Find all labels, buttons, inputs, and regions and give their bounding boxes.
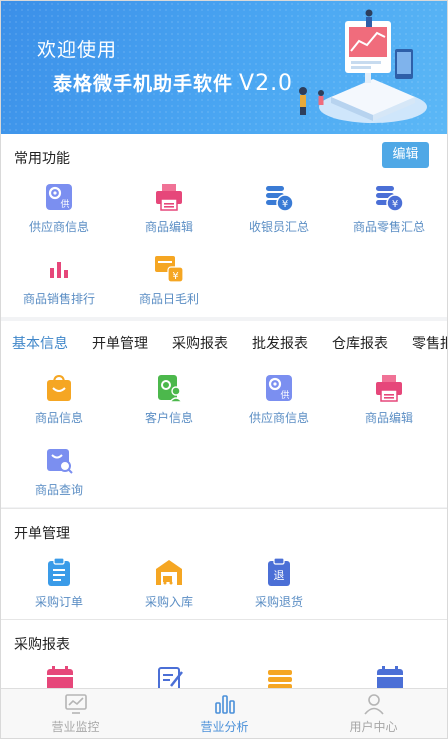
order-purchase-inbound[interactable]: 采购入库 — [115, 557, 223, 610]
shortcut-label: 供应商信息 — [28, 220, 89, 234]
search-bag-icon — [47, 449, 73, 474]
tab-purchase-report[interactable]: 采购报表 — [172, 333, 228, 353]
stack-icon[interactable] — [265, 666, 295, 688]
banner-illustration — [299, 9, 427, 123]
user-icon — [363, 694, 384, 715]
tab-basic-info[interactable]: 基本信息 — [12, 333, 68, 353]
item-label: 供应商信息 — [248, 411, 309, 425]
item-label: 采购入库 — [144, 595, 193, 609]
svg-text:供: 供 — [280, 389, 289, 401]
basic-info-panel: 商品信息 客户信息 供 供应商信息 商品编辑 商品查询 — [1, 363, 447, 507]
calendar-icon[interactable] — [375, 666, 405, 688]
nav-user-center[interactable]: 用户中心 — [299, 693, 448, 735]
svg-text:退: 退 — [274, 569, 285, 582]
warehouse-icon — [156, 560, 182, 585]
tab-warehouse-report[interactable]: 仓库报表 — [332, 333, 388, 353]
edit-note-icon[interactable] — [155, 666, 185, 688]
coin-stack-icon: ¥ — [376, 186, 404, 212]
order-purchase-order[interactable]: 采购订单 — [5, 557, 113, 610]
nav-label: 营业分析 — [200, 720, 249, 734]
order-purchase-return[interactable]: 退 采购退货 — [225, 557, 333, 610]
printer-icon — [156, 184, 182, 211]
common-functions-section: 常用功能 编辑 供 供应商信息 商品编辑 ¥ 收银员汇总 ¥ 商品零售汇总 商品… — [1, 134, 447, 317]
nav-business-analysis[interactable]: 营业分析 — [150, 693, 299, 735]
edit-button[interactable]: 编辑 — [382, 142, 429, 168]
monitor-icon — [64, 694, 87, 714]
bottom-navigation: 营业监控 营业分析 用户中心 — [1, 688, 447, 738]
item-label: 商品查询 — [34, 483, 83, 497]
tab-order-management[interactable]: 开单管理 — [92, 333, 148, 353]
shortcut-retail-summary[interactable]: ¥ 商品零售汇总 — [335, 182, 443, 235]
banner-welcome-text: 欢迎使用 — [37, 39, 118, 61]
svg-text:¥: ¥ — [172, 271, 178, 282]
welcome-banner: 欢迎使用 泰格微手机助手软件 V2.0 — [1, 1, 447, 134]
shortcut-label: 收银员汇总 — [248, 220, 309, 234]
customer-icon — [158, 375, 184, 403]
item-label: 商品信息 — [34, 411, 83, 425]
clipboard-icon — [48, 557, 70, 586]
tab-wholesale-report[interactable]: 批发报表 — [252, 333, 308, 353]
coin-stack-icon: ¥ — [266, 186, 294, 212]
shortcut-daily-profit[interactable]: ¥ 商品日毛利 — [115, 254, 223, 307]
basic-customer-info[interactable]: 客户信息 — [115, 373, 223, 426]
shortcut-cashier-summary[interactable]: ¥ 收银员汇总 — [225, 182, 333, 235]
shortcut-label: 商品编辑 — [144, 220, 193, 234]
svg-text:¥: ¥ — [282, 199, 288, 210]
supplier-icon: 供 — [266, 375, 292, 401]
shortcut-product-edit[interactable]: 商品编辑 — [115, 182, 223, 235]
purchase-report-section: 采购报表 — [1, 620, 447, 688]
nav-label: 营业监控 — [51, 720, 100, 734]
item-label: 采购退货 — [254, 595, 303, 609]
banner-product-title: 泰格微手机助手软件 V2.0 — [53, 69, 293, 96]
order-management-section: 开单管理 采购订单 采购入库 退 采购退货 — [1, 509, 447, 619]
basic-product-query[interactable]: 商品查询 — [5, 445, 113, 498]
supplier-icon: 供 — [46, 184, 72, 210]
banner-version: V2.0 — [239, 71, 294, 96]
banner-product-name: 泰格微手机助手软件 — [53, 73, 234, 95]
purchase-report-title: 采购报表 — [14, 637, 70, 653]
analysis-icon — [214, 695, 235, 714]
nav-business-monitor[interactable]: 营业监控 — [1, 693, 150, 735]
shortcut-supplier-info[interactable]: 供 供应商信息 — [5, 182, 113, 235]
shortcut-label: 商品零售汇总 — [352, 220, 425, 234]
money-box-icon: ¥ — [155, 256, 184, 283]
shopping-bag-icon — [47, 374, 71, 401]
shortcut-label: 商品日毛利 — [138, 292, 199, 306]
bar-chart-icon — [50, 262, 68, 278]
nav-label: 用户中心 — [349, 720, 398, 734]
basic-supplier-info[interactable]: 供 供应商信息 — [225, 373, 333, 426]
return-icon: 退 — [268, 557, 290, 586]
calendar-icon[interactable] — [45, 666, 75, 688]
item-label: 客户信息 — [144, 411, 193, 425]
basic-product-edit[interactable]: 商品编辑 — [335, 373, 443, 426]
item-label: 采购订单 — [34, 595, 83, 609]
shortcut-label: 商品销售排行 — [22, 292, 95, 306]
basic-product-info[interactable]: 商品信息 — [5, 373, 113, 426]
item-label: 商品编辑 — [364, 411, 413, 425]
printer-icon — [376, 375, 402, 402]
common-functions-title: 常用功能 — [14, 151, 70, 167]
tab-retail-report[interactable]: 零售报 — [412, 333, 447, 353]
category-tabs: 基本信息 开单管理 采购报表 批发报表 仓库报表 零售报 — [1, 321, 447, 363]
svg-text:¥: ¥ — [392, 199, 398, 210]
shortcut-sales-ranking[interactable]: 商品销售排行 — [5, 254, 113, 307]
order-management-title: 开单管理 — [14, 526, 70, 542]
svg-text:供: 供 — [60, 198, 69, 210]
